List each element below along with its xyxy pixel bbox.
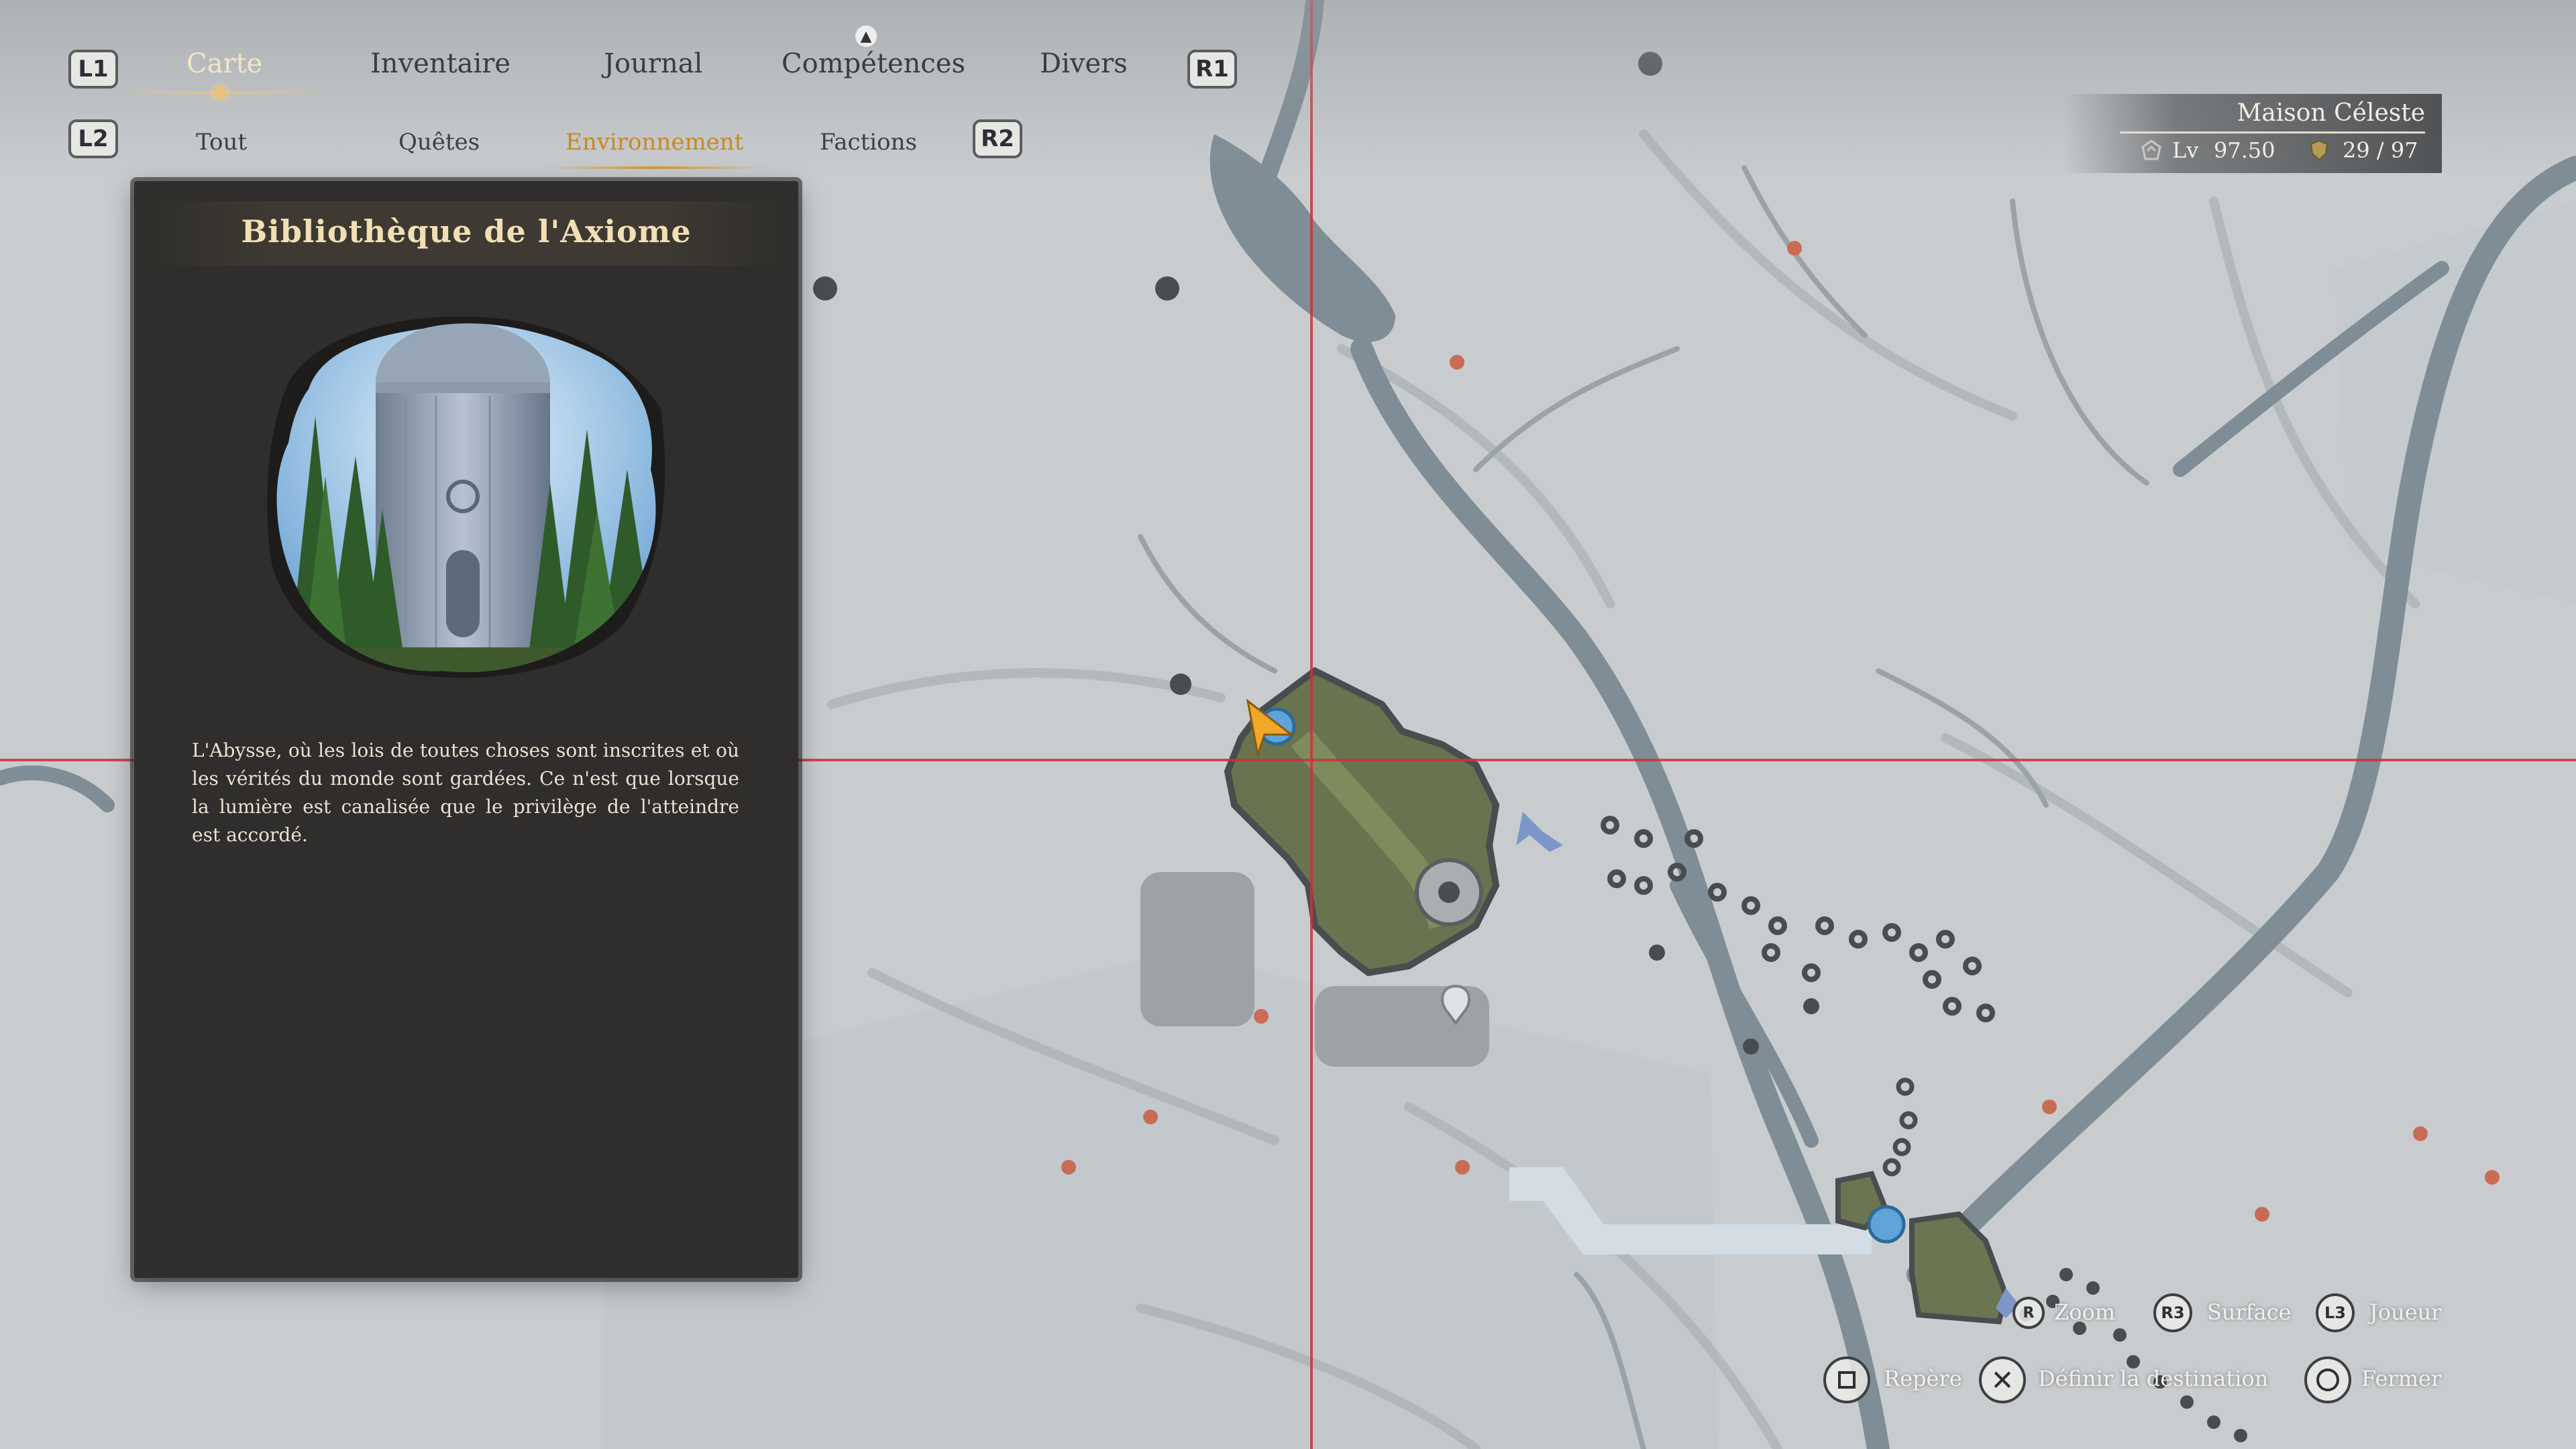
l3-button-icon: L3 xyxy=(2316,1293,2355,1332)
level-emblem-icon xyxy=(2141,140,2161,160)
r3-button-icon: R3 xyxy=(2153,1293,2192,1332)
tab-inventaire[interactable]: Inventaire xyxy=(370,48,511,79)
r2-button[interactable]: R2 xyxy=(973,119,1022,158)
location-info-panel: Bibliothèque de l'Axiome L'Abysse, où le… xyxy=(134,181,798,1278)
player-stats: Lv 97.50 29 / 97 xyxy=(2140,138,2425,167)
location-illustration xyxy=(267,316,665,678)
notification-icon: ▲ xyxy=(855,25,877,47)
joueur-hint[interactable]: Joueur xyxy=(2369,1299,2442,1325)
level-label: Lv xyxy=(2172,138,2199,163)
surface-hint[interactable]: Surface xyxy=(2207,1299,2292,1325)
circle-button-icon xyxy=(2304,1356,2351,1403)
level-value: 97.50 xyxy=(2214,138,2275,163)
crosshair-horizontal-left xyxy=(0,759,134,761)
subtab-factions[interactable]: Factions xyxy=(820,129,917,156)
active-subtab-underline xyxy=(545,166,766,169)
shield-icon xyxy=(2310,140,2328,161)
subtab-quetes[interactable]: Quêtes xyxy=(398,129,480,156)
l1-button[interactable]: L1 xyxy=(68,50,118,89)
location-description: L'Abysse, où les lois de toutes choses s… xyxy=(192,739,739,846)
l2-button[interactable]: L2 xyxy=(68,119,118,158)
r-stick-icon: R xyxy=(2012,1297,2045,1329)
tab-carte[interactable]: Carte xyxy=(186,48,262,79)
crosshair-horizontal xyxy=(798,759,2576,761)
active-tab-dot-icon xyxy=(213,86,227,99)
close-hint[interactable]: Fermer xyxy=(2361,1366,2441,1391)
cross-button-icon: ✕ xyxy=(1979,1356,2026,1403)
repere-hint[interactable]: Repère xyxy=(1884,1366,1962,1391)
set-destination-hint[interactable]: Définir la destination xyxy=(2038,1366,2268,1391)
panel-title: Bibliothèque de l'Axiome xyxy=(241,213,692,250)
r1-button[interactable]: R1 xyxy=(1187,50,1237,89)
subtab-environnement[interactable]: Environnement xyxy=(566,129,743,156)
tab-divers[interactable]: Divers xyxy=(1040,48,1128,79)
tab-competences[interactable]: Compétences xyxy=(782,48,965,79)
subtab-tout[interactable]: Tout xyxy=(196,129,247,156)
crosshair-vertical xyxy=(1310,0,1313,1449)
square-button-icon xyxy=(1823,1356,1870,1403)
zoom-hint[interactable]: Zoom xyxy=(2054,1299,2115,1325)
collection-progress: 29 / 97 xyxy=(2343,138,2418,163)
player-info-divider xyxy=(2120,131,2425,133)
tab-journal[interactable]: Journal xyxy=(604,48,702,79)
player-name: Maison Céleste xyxy=(2237,99,2425,127)
